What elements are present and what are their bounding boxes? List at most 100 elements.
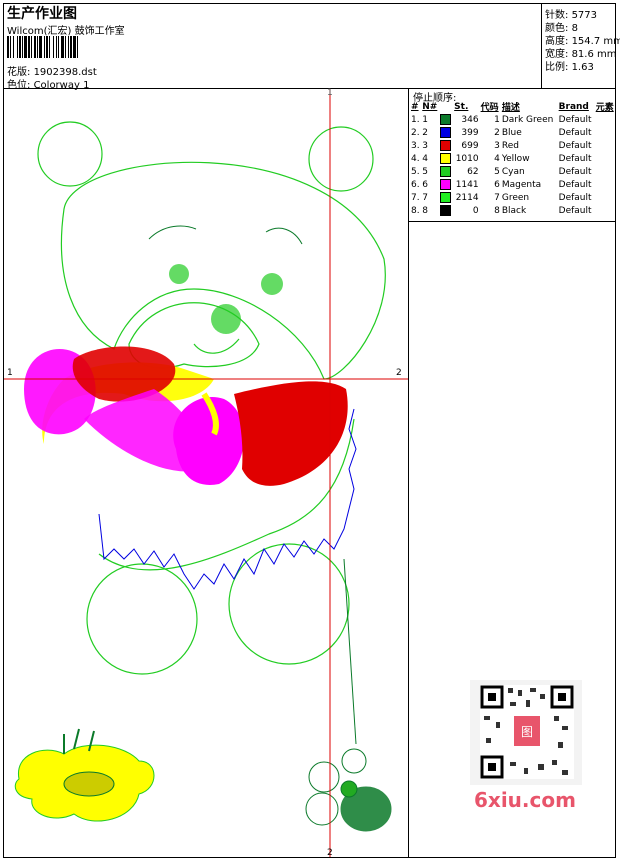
- stop-code: 5: [494, 166, 500, 177]
- stop-description: Magenta: [501, 179, 542, 190]
- stop-brand: Default: [558, 153, 592, 164]
- col-element: 元素: [595, 103, 614, 113]
- color-swatch-icon: [440, 153, 452, 164]
- guide-label-bottom: 2: [327, 848, 333, 858]
- stop-swatch: [439, 191, 453, 204]
- bear-right-foot: [228, 543, 350, 665]
- col-number: N#: [422, 101, 438, 112]
- guide-label-left: 1: [7, 368, 13, 378]
- stop-description: Cyan: [501, 166, 525, 177]
- stat-scale: 比例: 1.63: [545, 62, 594, 73]
- stop-code: 4: [494, 153, 500, 164]
- stop-brand: Default: [558, 166, 592, 177]
- stop-index: 5.: [411, 166, 420, 177]
- col-swatch: [439, 100, 453, 113]
- guide-label-right: 2: [396, 368, 402, 378]
- qr-stamp: 图: [521, 725, 533, 739]
- bear-left-ear: [37, 121, 103, 187]
- bear-mouth: [193, 338, 240, 354]
- guide-label-top: 1: [327, 88, 333, 98]
- stop-stitches: 1010: [455, 153, 479, 164]
- stop-code: 6: [494, 179, 500, 190]
- stop-stitches: 399: [461, 127, 479, 138]
- stop-swatch: [439, 178, 453, 191]
- color-swatch-icon: [440, 114, 452, 125]
- stop-element: [595, 139, 616, 152]
- stop-number: 8: [422, 205, 428, 216]
- stop-number: 4: [422, 153, 428, 164]
- thread-line: [343, 558, 357, 745]
- stop-description: Yellow: [501, 153, 530, 164]
- col-code: 代码: [480, 103, 499, 113]
- stop-description: Black: [501, 205, 527, 216]
- stop-stitches: 346: [461, 114, 479, 125]
- stop-index: 8.: [411, 205, 420, 216]
- stop-index: 3.: [411, 140, 420, 151]
- stop-swatch: [439, 152, 453, 165]
- stop-swatch: [439, 126, 453, 139]
- site-watermark: 6xiu.com: [474, 788, 576, 812]
- stop-row: 4. 4 1010 4 Yellow Default: [410, 152, 616, 165]
- color-swatch-icon: [440, 127, 452, 138]
- embroidery-design-canvas: [4, 89, 408, 857]
- stop-stitches: 2114: [455, 192, 479, 203]
- stop-stitches: 0: [472, 205, 479, 216]
- stop-table-header: # N# St. 代码 描述 Brand 元素: [410, 100, 616, 114]
- stop-code: 1: [494, 114, 500, 125]
- stop-stitches: 1141: [455, 179, 479, 190]
- stop-brand: Default: [558, 205, 592, 216]
- stop-swatch: [439, 139, 453, 152]
- stop-sequence-table: # N# St. 代码 描述 Brand 元素 1. 1 346 1 Dark Gree…: [410, 100, 616, 217]
- stop-code: 8: [494, 205, 500, 216]
- col-description: 描述: [501, 103, 520, 113]
- stop-brand: Default: [558, 179, 592, 190]
- stop-code: 7: [494, 192, 500, 203]
- bear-head: [60, 161, 386, 380]
- stop-description: Dark Green: [501, 114, 554, 125]
- yellow-flower: [14, 728, 155, 822]
- stop-row: 1. 1 346 1 Dark Green Default: [410, 113, 616, 126]
- stop-number: 2: [422, 127, 428, 138]
- stop-swatch: [439, 204, 453, 217]
- stop-brand: Default: [558, 114, 592, 125]
- stop-stitches: 699: [461, 140, 479, 151]
- stop-index: 4.: [411, 153, 420, 164]
- stop-row: 8. 8 0 8 Black Default: [410, 204, 616, 217]
- stop-number: 3: [422, 140, 428, 151]
- bear-left-foot: [86, 563, 198, 675]
- color-swatch-icon: [440, 140, 452, 151]
- color-swatch-icon: [440, 179, 452, 190]
- stop-row: 3. 3 699 3 Red Default: [410, 139, 616, 152]
- qr-code: 图: [470, 680, 582, 785]
- col-index: #: [411, 101, 419, 112]
- stop-element: [595, 178, 616, 191]
- stop-element: [595, 165, 616, 178]
- stats-divider: [541, 3, 542, 88]
- scarf: [24, 346, 348, 486]
- bear-eyes: [169, 264, 283, 334]
- stop-index: 2.: [411, 127, 420, 138]
- stop-brand: Default: [558, 192, 592, 203]
- stop-element: [595, 204, 616, 217]
- stop-element: [595, 126, 616, 139]
- company-name: Wilcom(汇宏) 鼓饰工作室: [7, 26, 125, 37]
- stop-index: 7.: [411, 192, 420, 203]
- stop-row: 5. 5 62 5 Cyan Default: [410, 165, 616, 178]
- stop-brand: Default: [558, 140, 592, 151]
- green-clover: [305, 748, 392, 832]
- color-swatch-icon: [440, 205, 452, 216]
- stop-swatch: [439, 113, 453, 126]
- stop-table-bottom: [408, 221, 616, 222]
- stop-code: 2: [494, 127, 500, 138]
- stop-row: 2. 2 399 2 Blue Default: [410, 126, 616, 139]
- stop-row: 7. 7 2114 7 Green Default: [410, 191, 616, 204]
- stop-number: 6: [422, 179, 428, 190]
- stop-element: [595, 191, 616, 204]
- page-title: 生产作业图: [7, 6, 77, 22]
- color-swatch-icon: [440, 192, 452, 203]
- stop-index: 1.: [411, 114, 420, 125]
- stop-number: 1: [422, 114, 428, 125]
- stop-element: [595, 113, 616, 126]
- stop-description: Green: [501, 192, 530, 203]
- stop-number: 5: [422, 166, 428, 177]
